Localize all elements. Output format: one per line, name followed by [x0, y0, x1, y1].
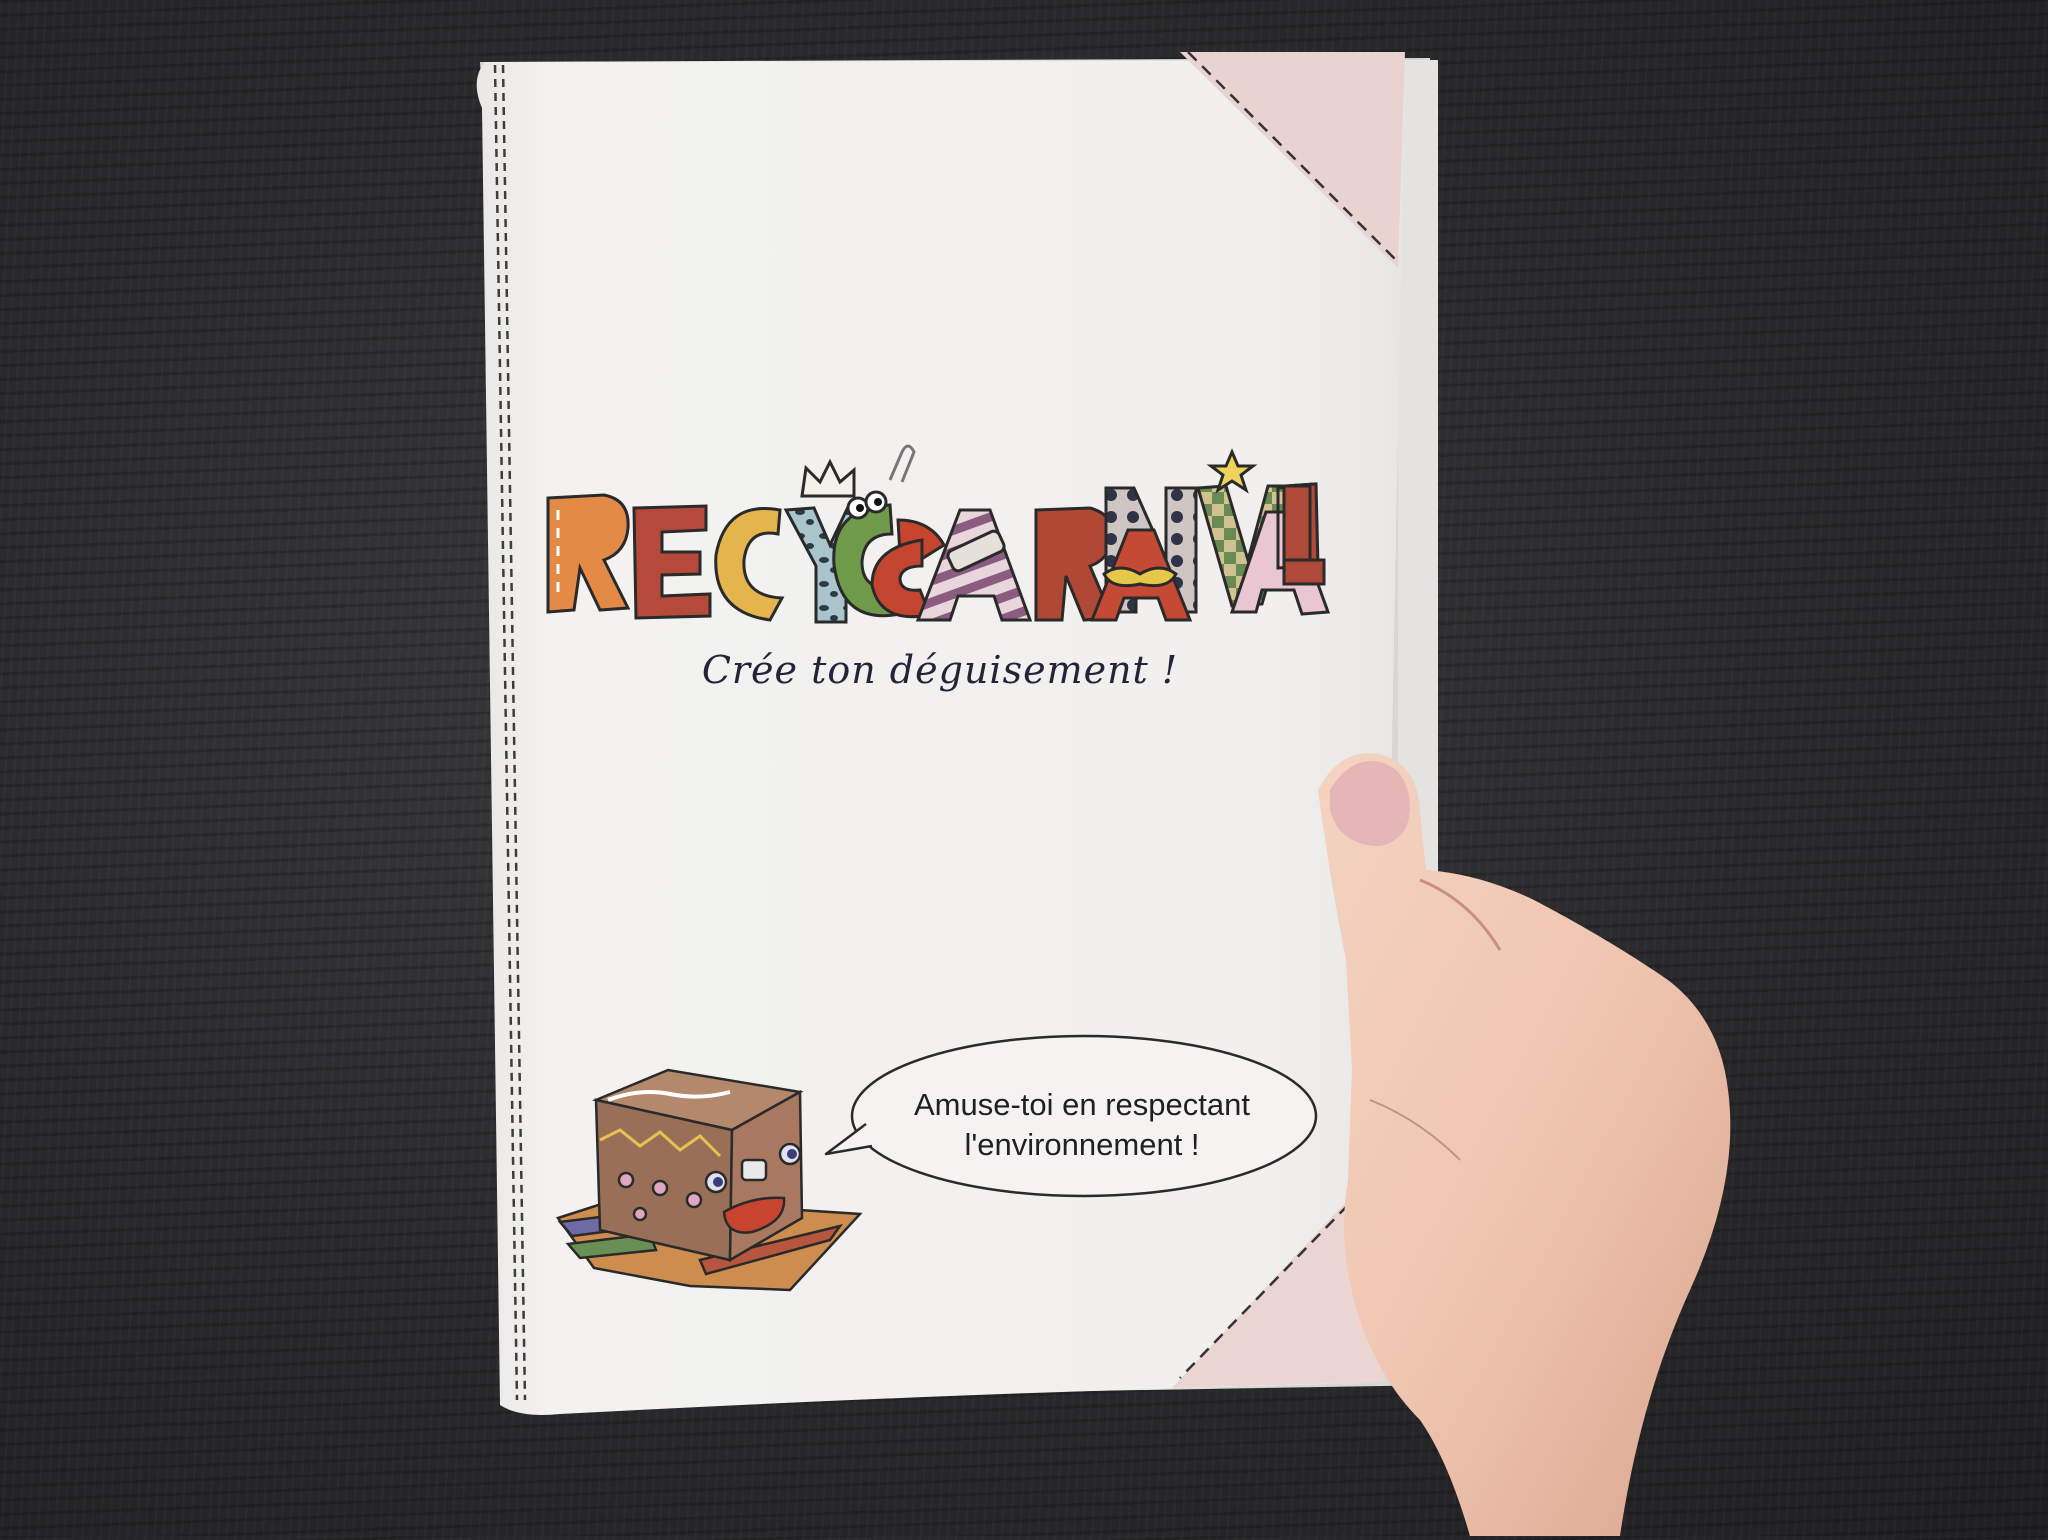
hand-palm	[1318, 753, 1731, 1536]
letter-l	[1282, 484, 1312, 568]
speech-line-1: Amuse-toi en respectant	[913, 1087, 1250, 1122]
photo-scene	[0, 0, 2048, 1536]
letter-e1	[632, 504, 712, 620]
cover-subtitle: Crée ton déguisement !	[701, 648, 1179, 692]
photo-svg	[476, 51, 1731, 1536]
box-nose	[740, 1158, 768, 1182]
speech-bubble-text: Amuse-toi en respectant l'environnement …	[862, 1085, 1302, 1165]
speech-line-2: l'environnement !	[964, 1127, 1200, 1162]
hand	[1318, 753, 1731, 1536]
